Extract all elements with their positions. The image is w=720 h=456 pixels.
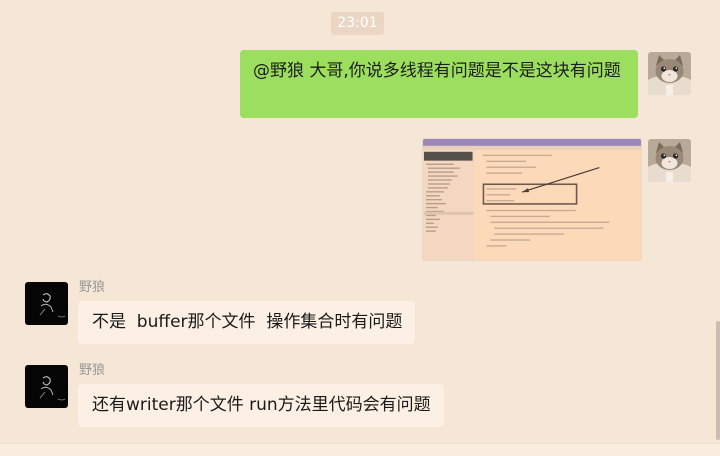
timestamp-divider: 23:01 — [331, 12, 384, 35]
cat-avatar-icon[interactable] — [648, 139, 691, 182]
sender-name: 野狼 — [79, 363, 106, 378]
input-area-edge[interactable] — [0, 443, 720, 456]
cat-avatar-icon[interactable] — [648, 52, 691, 95]
incoming-message-bubble[interactable]: 还有writer那个文件 run方法里代码会有问题 — [78, 384, 444, 427]
scrollbar-thumb[interactable] — [716, 321, 720, 440]
wolf-avatar-icon[interactable] — [25, 282, 68, 325]
incoming-message-bubble[interactable]: 不是 buffer那个文件 操作集合时有问题 — [78, 301, 416, 344]
wolf-avatar-icon[interactable] — [25, 365, 68, 408]
chat-window: 23:01 @野狼 大哥,你说多线程有问题是不是这块有问题 野狼 不是 buff… — [0, 0, 720, 456]
sender-name: 野狼 — [79, 280, 106, 295]
outgoing-message-bubble[interactable]: @野狼 大哥,你说多线程有问题是不是这块有问题 — [240, 50, 638, 118]
shared-screenshot-image[interactable] — [422, 138, 642, 261]
